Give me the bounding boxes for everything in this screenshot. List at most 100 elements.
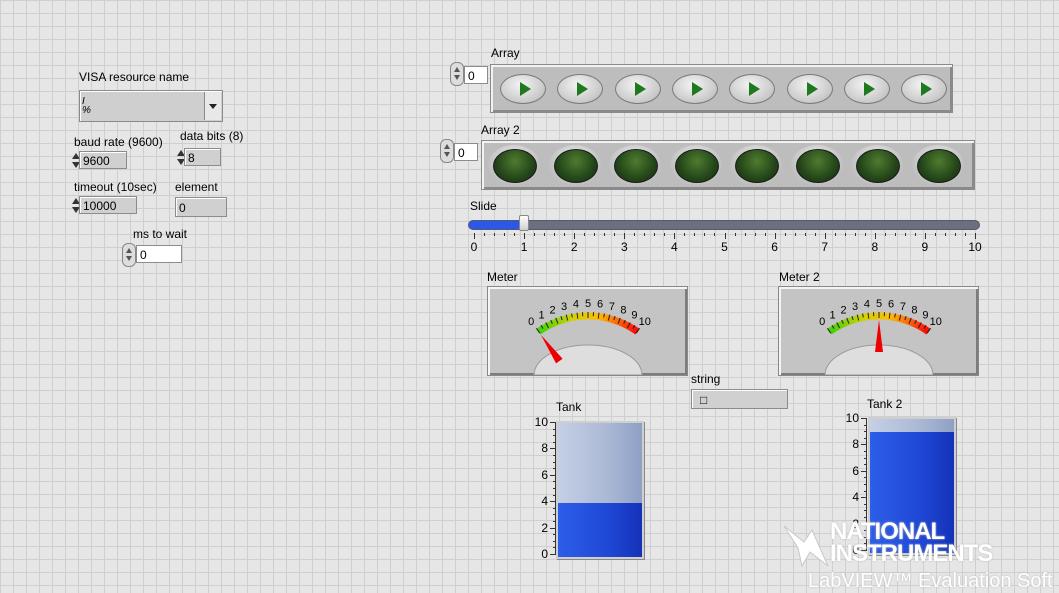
array-2-led[interactable] (735, 149, 779, 183)
slide-tick-label: 0 (464, 240, 484, 254)
slide-minor-tick (564, 233, 565, 236)
slide-minor-tick (594, 233, 595, 236)
meter-color-band (925, 330, 926, 331)
slide-track[interactable] (468, 220, 980, 230)
slide-major-tick (925, 233, 926, 239)
watermark-instruments: INSTRUMENTS (830, 540, 992, 568)
chevron-down-icon (209, 104, 217, 109)
array-index-field[interactable]: 0 (464, 66, 488, 84)
array-button[interactable] (615, 74, 661, 104)
baud-rate-field[interactable]: 9600 (79, 151, 127, 169)
tank-tick-label: 10 (535, 415, 548, 429)
slide-tick-label: 10 (965, 240, 985, 254)
meter-tick-label: 4 (864, 299, 870, 311)
array-2-label: Array 2 (481, 123, 520, 137)
array-2-led[interactable] (554, 149, 598, 183)
tank-tube (556, 421, 644, 559)
meter-color-band (551, 324, 553, 325)
visa-resource-field[interactable]: I% (79, 90, 223, 122)
slide-minor-tick (895, 233, 896, 236)
array-2-index-field[interactable]: 0 (454, 143, 478, 161)
slide-minor-tick (885, 233, 886, 236)
meter-color-band (831, 330, 832, 331)
play-arrow-icon (520, 82, 531, 96)
ms-to-wait-label: ms to wait (133, 227, 187, 241)
array-button[interactable] (787, 74, 833, 104)
array-2-led[interactable] (796, 149, 840, 183)
timeout-field[interactable]: 10000 (79, 196, 137, 214)
meter-color-band (624, 324, 626, 325)
meter-color-band (634, 330, 635, 331)
slide-minor-tick (805, 233, 806, 236)
meter-tick-label: 0 (528, 316, 534, 328)
meter-tick-label: 8 (620, 305, 626, 317)
array-2-led[interactable] (614, 149, 658, 183)
tank-label: Tank (556, 400, 581, 414)
array-button[interactable] (844, 74, 890, 104)
array-label: Array (491, 46, 520, 60)
meter-color-band (842, 324, 844, 325)
array-2-index-stepper[interactable] (440, 139, 454, 163)
play-arrow-icon (692, 82, 703, 96)
ms-to-wait-stepper[interactable] (122, 243, 136, 267)
play-arrow-icon (921, 82, 932, 96)
meter-tick-label: 1 (829, 310, 835, 322)
array-2-led-frame (488, 145, 540, 185)
slide-minor-tick (955, 233, 956, 236)
slide-minor-tick (554, 233, 555, 236)
tank-tick-label: 2 (541, 521, 548, 535)
array-button[interactable] (500, 74, 546, 104)
slide-minor-tick (484, 233, 485, 236)
slide-thumb[interactable] (519, 215, 529, 231)
meter-color-band (921, 327, 923, 328)
array-2-panel (481, 140, 975, 190)
slide-tick-label: 1 (514, 240, 534, 254)
slide-minor-tick (654, 233, 655, 236)
slide-minor-tick (494, 233, 495, 236)
slide-minor-tick (644, 233, 645, 236)
play-arrow-icon (635, 82, 646, 96)
meter-frame: 012345678910 (487, 286, 688, 376)
slide-tick-label: 5 (715, 240, 735, 254)
tank-fill (558, 503, 642, 557)
array-2-led-frame (609, 145, 661, 185)
visa-dropdown-button[interactable] (204, 92, 221, 120)
meter-tick-label: 1 (538, 310, 544, 322)
array-2-led-frame (730, 145, 782, 185)
array-2-led[interactable] (917, 149, 961, 183)
slide-minor-tick (905, 233, 906, 236)
meter-color-band (540, 330, 541, 331)
array-button[interactable] (729, 74, 775, 104)
slide-major-tick (875, 233, 876, 239)
array-2-led[interactable] (856, 149, 900, 183)
slide-major-tick (574, 233, 575, 239)
data-bits-field[interactable]: 8 (184, 148, 221, 166)
array-button[interactable] (672, 74, 718, 104)
slide-minor-tick (634, 233, 635, 236)
array-button[interactable] (901, 74, 947, 104)
slide-major-tick (524, 233, 525, 239)
slide-major-tick (624, 233, 625, 239)
play-arrow-icon (864, 82, 875, 96)
slide-minor-tick (945, 233, 946, 236)
play-arrow-icon (577, 82, 588, 96)
array-index-stepper[interactable] (450, 62, 464, 86)
element-label: element (175, 180, 218, 194)
array-2-led[interactable] (675, 149, 719, 183)
meter-tick-label: 10 (639, 316, 651, 328)
meter-color-band (554, 322, 556, 323)
slide-major-tick (775, 233, 776, 239)
array-button[interactable] (557, 74, 603, 104)
meter-tick-label: 3 (852, 301, 858, 313)
array-2-led[interactable] (493, 149, 537, 183)
meter-color-band (916, 324, 918, 325)
tank-tick-label: 10 (846, 411, 859, 425)
meter-2-gauge: 012345678910 (779, 287, 978, 375)
tank-tick-label: 6 (852, 464, 859, 478)
ms-to-wait-field[interactable]: 0 (136, 245, 182, 263)
meter-tick-label: 8 (911, 305, 917, 317)
tank-tick-label: 4 (541, 494, 548, 508)
slide-minor-tick (604, 233, 605, 236)
meter-tick-label: 0 (819, 316, 825, 328)
baud-rate-label: baud rate (9600) (74, 135, 163, 149)
